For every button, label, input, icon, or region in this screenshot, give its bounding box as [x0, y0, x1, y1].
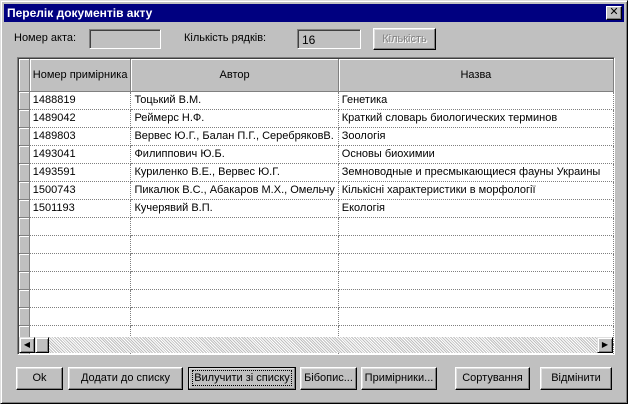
- row-indicator[interactable]: [19, 253, 30, 272]
- cell-author[interactable]: [130, 235, 339, 254]
- cell-author[interactable]: Тоцький В.М.: [130, 91, 339, 110]
- cell-author[interactable]: [130, 217, 339, 236]
- cell-copy-number[interactable]: 1488819: [29, 91, 132, 110]
- title-bar[interactable]: Перелік документів акту ✕: [4, 4, 624, 22]
- act-number-field[interactable]: [89, 29, 161, 49]
- table-row[interactable]: [19, 253, 614, 272]
- table-row[interactable]: [19, 235, 614, 254]
- row-indicator[interactable]: [19, 235, 30, 254]
- cell-title[interactable]: [338, 253, 614, 272]
- ok-button[interactable]: Ok: [16, 367, 63, 390]
- row-indicator[interactable]: [19, 217, 30, 236]
- table-row[interactable]: 1489803 Вервес Ю.Г., Балан П.Г., Серебряк…: [19, 127, 614, 146]
- row-count-field[interactable]: 16: [297, 29, 361, 49]
- cell-title[interactable]: Генетика: [338, 91, 614, 110]
- documents-table: Номер примірника Автор Назва 1488819 Тоць…: [19, 59, 614, 354]
- cell-copy-number[interactable]: 1489803: [29, 127, 132, 146]
- row-indicator[interactable]: [19, 109, 30, 128]
- cell-title[interactable]: [338, 271, 614, 290]
- table-row[interactable]: 1501193 Кучерявий В.П. Екологія: [19, 199, 614, 218]
- scroll-left-icon[interactable]: ◀: [19, 337, 35, 353]
- close-icon[interactable]: ✕: [606, 6, 622, 20]
- scroll-thumb[interactable]: [35, 337, 49, 353]
- row-indicator[interactable]: [19, 307, 30, 326]
- cell-copy-number[interactable]: [29, 235, 132, 254]
- table-row[interactable]: [19, 289, 614, 308]
- row-indicator[interactable]: [19, 181, 30, 200]
- column-header-copy-number[interactable]: Номер примірника: [29, 59, 132, 92]
- grid-header-row: Номер примірника Автор Назва: [19, 59, 614, 92]
- table-row[interactable]: 1488819 Тоцький В.М. Генетика: [19, 91, 614, 110]
- cell-copy-number[interactable]: [29, 289, 132, 308]
- window-title: Перелік документів акту: [7, 6, 153, 20]
- cell-author[interactable]: [130, 271, 339, 290]
- remove-from-list-button[interactable]: Вилучити зі списку: [188, 367, 296, 390]
- cell-author[interactable]: Куриленко В.Е., Вервес Ю.Г.: [130, 163, 339, 182]
- cell-author[interactable]: [130, 289, 339, 308]
- row-indicator[interactable]: [19, 145, 30, 164]
- cell-copy-number[interactable]: [29, 307, 132, 326]
- sort-button[interactable]: Сортування: [455, 367, 530, 390]
- cell-title[interactable]: Зоологія: [338, 127, 614, 146]
- cell-author[interactable]: [130, 307, 339, 326]
- cell-title[interactable]: [338, 307, 614, 326]
- count-button[interactable]: Кількість: [373, 28, 436, 50]
- horizontal-scrollbar[interactable]: ◀ ▶: [19, 337, 613, 353]
- cell-copy-number[interactable]: 1493591: [29, 163, 132, 182]
- cell-title[interactable]: [338, 217, 614, 236]
- table-row[interactable]: 1489042 Реймерс Н.Ф. Краткий словарь биоло…: [19, 109, 614, 128]
- documents-grid[interactable]: Номер примірника Автор Назва 1488819 Тоць…: [17, 57, 615, 355]
- remove-from-list-label: Вилучити зі списку: [192, 370, 292, 386]
- cell-title[interactable]: [338, 289, 614, 308]
- table-row[interactable]: [19, 217, 614, 236]
- row-indicator-header: [19, 59, 30, 92]
- cell-title[interactable]: Краткий словарь биологических терминов: [338, 109, 614, 128]
- row-indicator[interactable]: [19, 289, 30, 308]
- cell-title[interactable]: Екологія: [338, 199, 614, 218]
- cell-copy-number[interactable]: [29, 253, 132, 272]
- table-row[interactable]: [19, 271, 614, 290]
- add-to-list-button[interactable]: Додати до списку: [68, 367, 183, 390]
- row-count-label: Кількість рядків:: [184, 32, 267, 44]
- row-indicator[interactable]: [19, 91, 30, 110]
- copies-button[interactable]: Примірники...: [361, 367, 437, 390]
- table-row[interactable]: 1500743 Пикалюк В.С., Абакаров М.Х., Омел…: [19, 181, 614, 200]
- cell-copy-number[interactable]: [29, 271, 132, 290]
- column-header-title[interactable]: Назва: [338, 59, 614, 92]
- cell-author[interactable]: Кучерявий В.П.: [130, 199, 339, 218]
- bibopis-button[interactable]: Бібопис...: [300, 367, 357, 390]
- row-indicator[interactable]: [19, 199, 30, 218]
- cell-copy-number[interactable]: [29, 217, 132, 236]
- cell-title[interactable]: Кількісні характеристики в морфології: [338, 181, 614, 200]
- table-row[interactable]: [19, 307, 614, 326]
- cell-author[interactable]: Филиппович Ю.Б.: [130, 145, 339, 164]
- cell-copy-number[interactable]: 1501193: [29, 199, 132, 218]
- row-indicator[interactable]: [19, 163, 30, 182]
- dialog-window: Перелік документів акту ✕ Номер акта: Кі…: [0, 0, 628, 404]
- cell-title[interactable]: Основы биохимии: [338, 145, 614, 164]
- cell-copy-number[interactable]: 1489042: [29, 109, 132, 128]
- cancel-button[interactable]: Відмінити: [540, 367, 612, 390]
- cell-copy-number[interactable]: 1500743: [29, 181, 132, 200]
- cell-copy-number[interactable]: 1493041: [29, 145, 132, 164]
- cell-title[interactable]: [338, 235, 614, 254]
- cell-author[interactable]: Вервес Ю.Г., Балан П.Г., СеребряковВ.: [130, 127, 339, 146]
- cell-author[interactable]: Реймерс Н.Ф.: [130, 109, 339, 128]
- cell-author[interactable]: Пикалюк В.С., Абакаров М.Х., Омельчу: [130, 181, 339, 200]
- column-header-author[interactable]: Автор: [130, 59, 339, 92]
- cell-author[interactable]: [130, 253, 339, 272]
- row-indicator[interactable]: [19, 127, 30, 146]
- scroll-right-icon[interactable]: ▶: [597, 337, 613, 353]
- row-indicator[interactable]: [19, 271, 30, 290]
- act-number-label: Номер акта:: [14, 32, 77, 44]
- table-row[interactable]: 1493041 Филиппович Ю.Б. Основы биохимии: [19, 145, 614, 164]
- table-row[interactable]: 1493591 Куриленко В.Е., Вервес Ю.Г. Земнов…: [19, 163, 614, 182]
- cell-title[interactable]: Земноводные и пресмыкающиеся фауны Украи…: [338, 163, 614, 182]
